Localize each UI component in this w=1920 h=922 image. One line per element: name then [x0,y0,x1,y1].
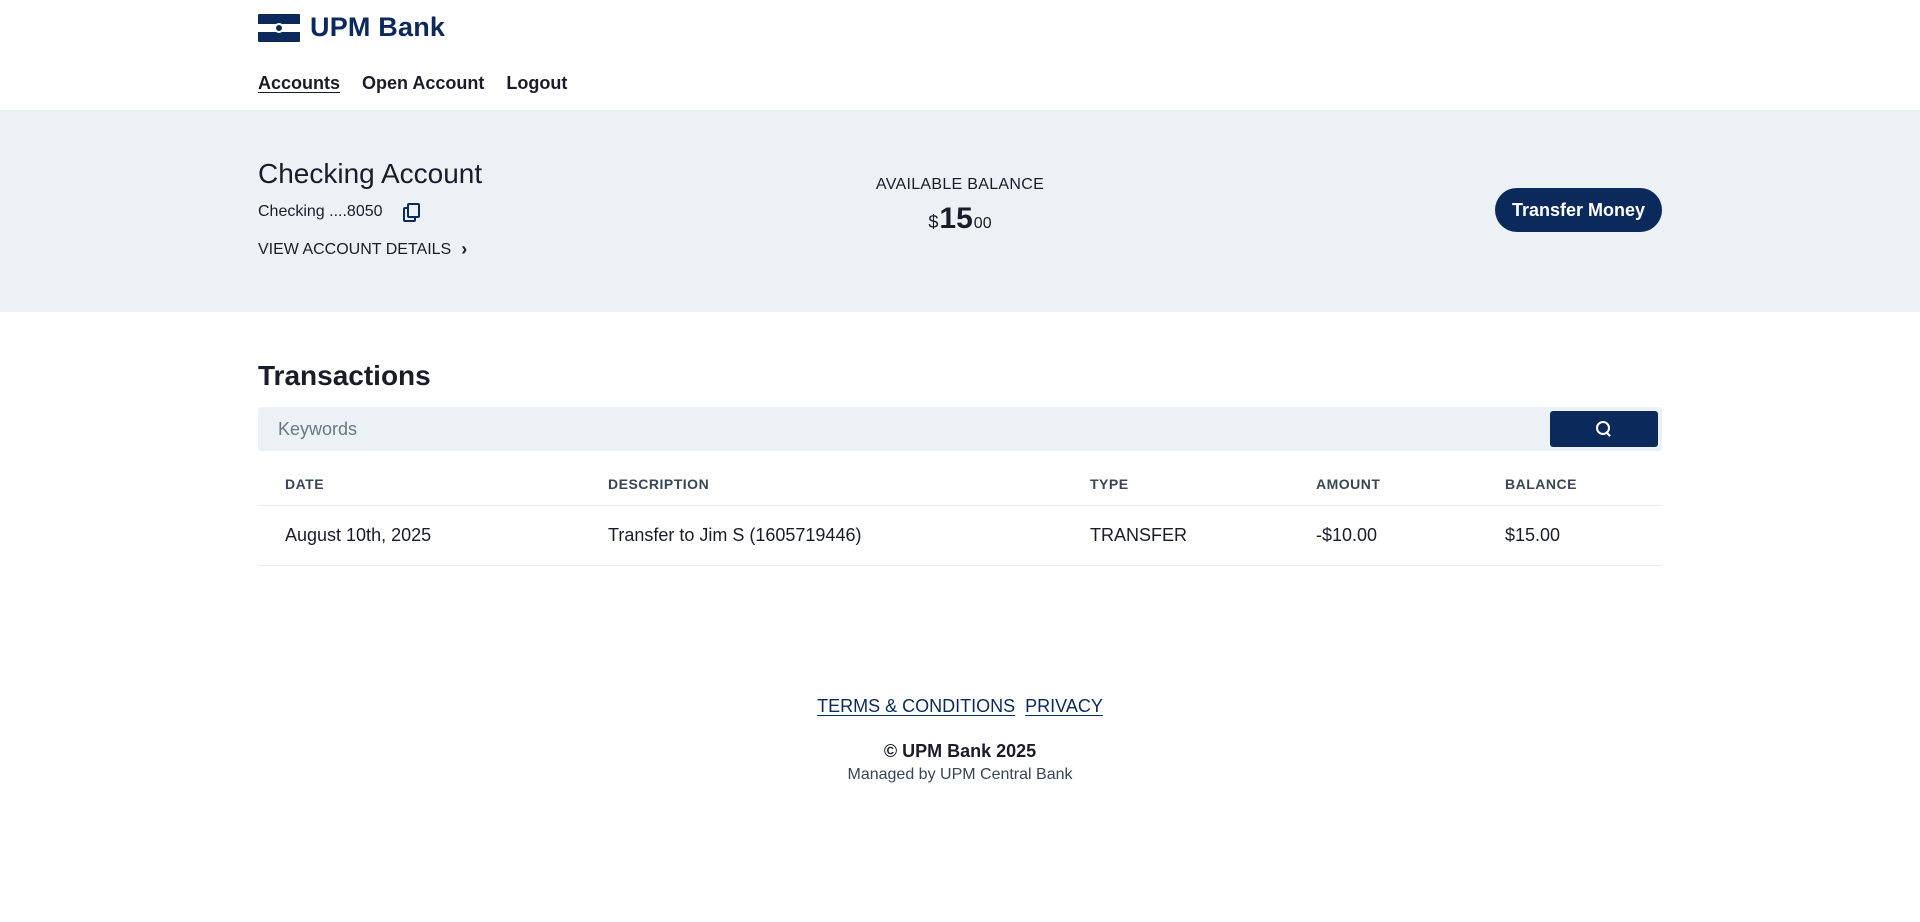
view-account-details-link[interactable]: VIEW ACCOUNT DETAILS › [258,239,467,260]
cell-description: Transfer to Jim S (1605719446) [608,525,862,545]
search-input[interactable] [258,407,1548,451]
balance-whole: 15 [939,202,973,235]
balance-cents: 00 [973,215,992,232]
copy-icon[interactable] [401,203,420,222]
column-header-type[interactable]: TYPE [1090,470,1129,505]
terms-link[interactable]: TERMS & CONDITIONS [817,696,1015,717]
column-header-date[interactable]: DATE [285,470,324,505]
brand-name: UPM Bank [310,12,446,42]
transactions-table: DATE DESCRIPTION TYPE AMOUNT BALANCE Aug… [258,470,1662,566]
nav-logout[interactable]: Logout [506,73,567,94]
nav-accounts[interactable]: Accounts [258,73,340,94]
table-row[interactable]: August 10th, 2025 Transfer to Jim S (160… [258,506,1662,566]
chevron-right-icon: › [461,239,468,259]
cell-type: TRANSFER [1090,525,1188,545]
view-account-details-label: VIEW ACCOUNT DETAILS [258,240,452,258]
column-header-description[interactable]: DESCRIPTION [608,470,709,505]
managed-by: Managed by UPM Central Bank [847,766,1073,783]
column-header-amount[interactable]: AMOUNT [1316,470,1380,505]
cell-balance: $15.00 [1505,525,1561,545]
column-header-balance[interactable]: BALANCE [1505,470,1577,505]
balance-amount: $ 15 00 [800,202,1120,236]
account-title: Checking Account [258,158,483,189]
cell-amount: -$10.00 [1316,525,1378,545]
copyright: © UPM Bank 2025 [883,741,1037,761]
search-button[interactable] [1550,411,1658,447]
account-number: Checking ....8050 [258,203,420,222]
transfer-money-button[interactable]: Transfer Money [1495,188,1662,232]
transaction-search [258,407,1662,451]
table-header: DATE DESCRIPTION TYPE AMOUNT BALANCE [258,470,1662,506]
transactions-title: Transactions [258,360,431,391]
main-nav: Accounts Open Account Logout [258,73,567,94]
brand-logo[interactable]: UPM Bank [258,12,445,43]
account-number-label: Checking ....8050 [258,203,383,220]
cell-date: August 10th, 2025 [285,525,432,545]
balance-label: AVAILABLE BALANCE [875,176,1045,193]
bank-flag-icon [258,13,300,42]
available-balance: AVAILABLE BALANCE $ 15 00 [800,176,1120,236]
balance-currency: $ [928,212,939,232]
nav-open-account[interactable]: Open Account [362,73,484,94]
footer-links: TERMS & CONDITIONS PRIVACY [0,696,1920,717]
search-icon [1596,421,1612,437]
privacy-link[interactable]: PRIVACY [1025,696,1103,717]
